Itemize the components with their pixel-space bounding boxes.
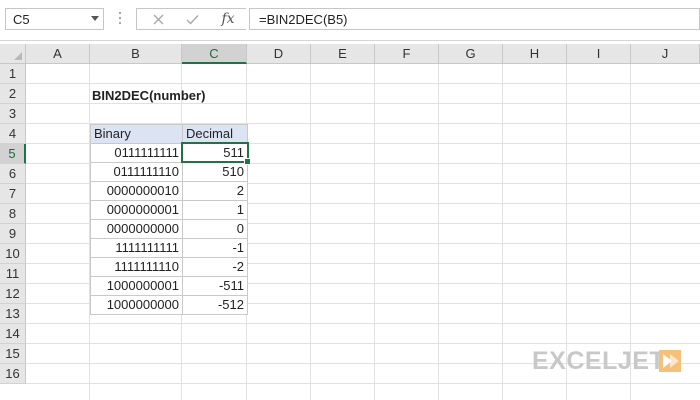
row-header-11[interactable]: 11 bbox=[0, 264, 26, 284]
row-header-4[interactable]: 4 bbox=[0, 124, 26, 144]
column-header-j[interactable]: J bbox=[631, 44, 700, 64]
gridline-vertical bbox=[438, 64, 439, 400]
row-header-7[interactable]: 7 bbox=[0, 184, 26, 204]
row-header-6[interactable]: 6 bbox=[0, 164, 26, 184]
row-header-12[interactable]: 12 bbox=[0, 284, 26, 304]
column-header-f[interactable]: F bbox=[375, 44, 439, 64]
column-header-b[interactable]: B bbox=[90, 44, 182, 64]
formula-buttons: fx bbox=[136, 8, 246, 30]
row-header-5[interactable]: 5 bbox=[0, 144, 26, 164]
function-title: BIN2DEC(number) bbox=[92, 88, 206, 103]
cell-binary[interactable]: 0111111111 bbox=[90, 143, 183, 163]
chevron-down-icon[interactable] bbox=[91, 16, 99, 21]
insert-function-button[interactable]: fx bbox=[213, 9, 243, 29]
row-header-3[interactable]: 3 bbox=[0, 104, 26, 124]
gridline-horizontal bbox=[26, 103, 700, 104]
row-header-14[interactable]: 14 bbox=[0, 324, 26, 344]
cell-decimal[interactable]: 1 bbox=[182, 200, 248, 220]
select-all-button[interactable] bbox=[0, 44, 26, 64]
row-header-2[interactable]: 2 bbox=[0, 84, 26, 104]
drag-handle-icon[interactable] bbox=[118, 12, 122, 28]
gridline-horizontal bbox=[26, 383, 700, 384]
cell-binary[interactable]: 1111111111 bbox=[90, 238, 183, 258]
row-header-16[interactable]: 16 bbox=[0, 364, 26, 384]
header-binary[interactable]: Binary bbox=[90, 124, 183, 144]
gridline-horizontal bbox=[26, 323, 700, 324]
gridline-horizontal bbox=[26, 343, 700, 344]
column-header-g[interactable]: G bbox=[439, 44, 503, 64]
column-header-a[interactable]: A bbox=[26, 44, 90, 64]
row-header-10[interactable]: 10 bbox=[0, 244, 26, 264]
gridline-vertical bbox=[502, 64, 503, 400]
formula-text: =BIN2DEC(B5) bbox=[259, 12, 348, 27]
cell-decimal[interactable]: -512 bbox=[182, 295, 248, 315]
row-header-15[interactable]: 15 bbox=[0, 344, 26, 364]
gridline-vertical bbox=[310, 64, 311, 400]
exceljet-logo: EXCELJET bbox=[532, 347, 666, 375]
cell-decimal[interactable]: -511 bbox=[182, 276, 248, 296]
formula-bar: C5 fx =BIN2DEC(B5) bbox=[0, 0, 700, 41]
cell-decimal[interactable]: 2 bbox=[182, 181, 248, 201]
formula-input[interactable]: =BIN2DEC(B5) bbox=[249, 8, 700, 30]
row-header-13[interactable]: 13 bbox=[0, 304, 26, 324]
cell-binary[interactable]: 1000000000 bbox=[90, 295, 183, 315]
gridline-horizontal bbox=[26, 83, 700, 84]
check-icon[interactable] bbox=[177, 9, 207, 29]
column-header-h[interactable]: H bbox=[503, 44, 567, 64]
cell-binary[interactable]: 0000000000 bbox=[90, 219, 183, 239]
cell-binary[interactable]: 0111111110 bbox=[90, 162, 183, 182]
close-icon[interactable] bbox=[143, 9, 173, 29]
column-header-e[interactable]: E bbox=[311, 44, 375, 64]
cell-decimal[interactable]: 0 bbox=[182, 219, 248, 239]
gridline-vertical bbox=[374, 64, 375, 400]
row-header-1[interactable]: 1 bbox=[0, 64, 26, 84]
exceljet-mark-icon bbox=[659, 350, 681, 372]
column-header-c[interactable]: C bbox=[182, 44, 247, 64]
cell-decimal[interactable]: -2 bbox=[182, 257, 248, 277]
column-header-i[interactable]: I bbox=[567, 44, 631, 64]
active-cell-outline[interactable] bbox=[181, 142, 251, 165]
cell-binary[interactable]: 0000000010 bbox=[90, 181, 183, 201]
cell-decimal[interactable]: -1 bbox=[182, 238, 248, 258]
cell-binary[interactable]: 1111111110 bbox=[90, 257, 183, 277]
name-box[interactable]: C5 bbox=[5, 8, 104, 30]
row-header-8[interactable]: 8 bbox=[0, 204, 26, 224]
cell-decimal[interactable]: 510 bbox=[182, 162, 248, 182]
cell-binary[interactable]: 0000000001 bbox=[90, 200, 183, 220]
name-box-value: C5 bbox=[13, 12, 30, 27]
row-header-9[interactable]: 9 bbox=[0, 224, 26, 244]
cell-binary[interactable]: 1000000001 bbox=[90, 276, 183, 296]
column-header-d[interactable]: D bbox=[247, 44, 311, 64]
header-decimal[interactable]: Decimal bbox=[182, 124, 248, 144]
